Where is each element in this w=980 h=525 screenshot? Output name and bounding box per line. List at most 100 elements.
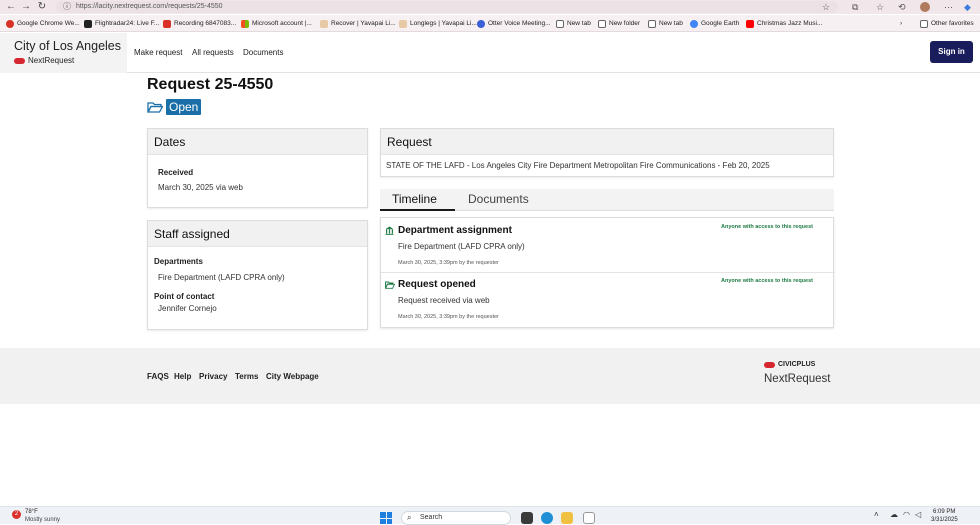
footer-link-terms[interactable]: Terms (235, 372, 258, 381)
bookmark-label: Flightradar24: Live F... (95, 20, 160, 27)
bookmark-item[interactable]: Google Earth (690, 18, 739, 29)
bookmark-label: Google Chrome We... (17, 20, 80, 27)
bookmark-item[interactable]: Longlegs | Yavapai Li... (399, 18, 477, 29)
dates-heading: Dates (154, 135, 186, 149)
footer-link-privacy[interactable]: Privacy (199, 372, 227, 381)
chrome-icon (6, 19, 14, 28)
nav-documents[interactable]: Documents (243, 48, 283, 57)
request-body: STATE OF THE LAFD - Los Angeles City Fir… (386, 161, 770, 170)
tab-documents[interactable]: Documents (468, 192, 529, 206)
footer-link-help[interactable]: Help (174, 372, 191, 381)
visibility-label: Anyone with access to this request (721, 224, 813, 230)
dates-card: Dates Received March 30, 2025 via web (147, 128, 368, 208)
bookmark-label: Otter Voice Meeting... (488, 20, 551, 27)
bookmark-other-favorites[interactable]: Other favorites (920, 18, 974, 29)
bookmark-item[interactable]: Recover | Yavapai Li... (320, 18, 396, 29)
more-icon[interactable]: ⋯ (944, 1, 953, 13)
bookmark-item[interactable]: New tab (648, 18, 683, 29)
timeline-title: Department assignment (398, 225, 512, 236)
taskbar: 2 78°F Mostly sunny ⌕ Search ˄ ☁ ◠ ◁ 6:0… (0, 506, 980, 525)
weather-temp[interactable]: 78°F (25, 509, 38, 515)
staff-card: Staff assigned Departments Fire Departme… (147, 220, 368, 330)
footer-link-faqs[interactable]: FAQS (147, 372, 169, 381)
civicplus-logo-text: CIVICPLUS (778, 361, 816, 368)
bookmark-label: Recover | Yavapai Li... (331, 20, 396, 27)
tab-timeline[interactable]: Timeline (392, 192, 437, 206)
search-icon: ⌕ (407, 513, 412, 522)
bookmark-item[interactable]: New folder (598, 18, 640, 29)
timeline-meta: March 30, 2025, 3:39pm by the requester (398, 260, 499, 266)
favorites-icon[interactable]: ☆ (876, 1, 884, 13)
copilot-icon[interactable]: ◆ (964, 1, 971, 13)
volume-icon[interactable]: ◁ (915, 510, 921, 519)
city-name: City of Los Angeles (14, 39, 122, 53)
footer-link-city-webpage[interactable]: City Webpage (266, 372, 319, 381)
site-info-icon[interactable]: ⓘ (60, 1, 74, 13)
wifi-icon[interactable]: ◠ (903, 510, 910, 519)
site-footer: FAQS Help Privacy Terms City Webpage CIV… (0, 348, 980, 404)
bookmark-label: New folder (609, 20, 641, 27)
bookmark-item[interactable]: Recording 6847083... (163, 18, 236, 29)
nav-all-requests[interactable]: All requests (192, 48, 234, 57)
extensions-icon[interactable]: ⧉ (852, 1, 858, 13)
chevron-up-icon[interactable]: ˄ (874, 510, 879, 519)
network-icon[interactable]: ☁ (890, 510, 898, 519)
nav-make-request[interactable]: Make request (134, 48, 182, 57)
weather-badge[interactable]: 2 (12, 510, 21, 519)
bookmark-item[interactable]: Microsoft account |... (241, 18, 312, 29)
folder-icon (648, 19, 656, 28)
edge-icon[interactable] (541, 512, 553, 524)
folder-icon (556, 19, 564, 28)
timeline-title: Request opened (398, 279, 476, 290)
site-header: City of Los Angeles NextRequest Make req… (0, 33, 980, 73)
tab-bar: Timeline Documents (380, 189, 834, 211)
staff-card-header: Staff assigned (148, 221, 367, 247)
weather-desc[interactable]: Mostly sunny (25, 517, 60, 523)
file-explorer-icon[interactable] (561, 512, 573, 524)
app-icon[interactable] (583, 512, 595, 524)
taskbar-search[interactable]: ⌕ Search (401, 511, 511, 525)
bookmark-item[interactable]: Flightradar24: Live F... (84, 18, 159, 29)
task-view-icon[interactable] (521, 512, 533, 524)
bookmark-label: Longlegs | Yavapai Li... (410, 20, 477, 27)
chevron-right-icon[interactable]: › (900, 18, 902, 29)
received-label: Received (158, 168, 194, 177)
bookmark-item[interactable]: New tab (556, 18, 591, 29)
sign-in-button[interactable]: Sign in (930, 41, 973, 63)
back-icon[interactable]: ← (4, 1, 18, 13)
otter-icon (477, 19, 485, 28)
footer-nextrequest-logo: NextRequest (764, 373, 831, 385)
civicplus-logo: CIVICPLUS (764, 361, 815, 368)
bookmark-item[interactable]: Google Chrome We... (6, 18, 80, 29)
brand[interactable]: City of Los Angeles NextRequest (0, 33, 127, 73)
page-title: Request 25-4550 (147, 76, 274, 93)
request-card: Request STATE OF THE LAFD - Los Angeles … (380, 128, 834, 177)
windows-start-icon[interactable] (380, 512, 392, 524)
bookmark-item[interactable]: Otter Voice Meeting... (477, 18, 551, 29)
star-icon[interactable]: ☆ (822, 1, 830, 13)
bookmark-label: Microsoft account |... (252, 20, 312, 27)
bookmark-label: Google Earth (701, 20, 740, 27)
bookmark-label: Recording 6847083... (174, 20, 237, 27)
timeline-item: Department assignment Fire Department (L… (381, 218, 835, 273)
poc-label: Point of contact (154, 292, 215, 301)
reload-icon[interactable]: ↻ (35, 1, 49, 13)
history-icon[interactable]: ⟲ (898, 1, 906, 13)
taskbar-search-label: Search (420, 514, 443, 521)
civicplus-logo-icon (764, 361, 775, 368)
poc-value: Jennifer Cornejo (158, 304, 217, 313)
profile-avatar[interactable] (920, 2, 930, 12)
bookmark-item[interactable]: Christmas Jazz Musi... (746, 18, 822, 29)
microsoft-icon (241, 19, 249, 28)
clock-time[interactable]: 6:09 PM (933, 509, 955, 515)
departments-label: Departments (154, 257, 203, 266)
url-text[interactable]: https://lacity.nextrequest.com/requests/… (76, 1, 223, 12)
bookmark-label: New tab (659, 20, 683, 27)
library-icon (320, 19, 328, 28)
dates-card-header: Dates (148, 129, 367, 155)
nextrequest-logo-text: NextRequest (28, 56, 75, 65)
folder-icon (920, 19, 928, 28)
forward-icon[interactable]: → (19, 1, 33, 13)
flightradar-icon (84, 19, 92, 28)
clock-date[interactable]: 3/31/2025 (931, 517, 958, 523)
